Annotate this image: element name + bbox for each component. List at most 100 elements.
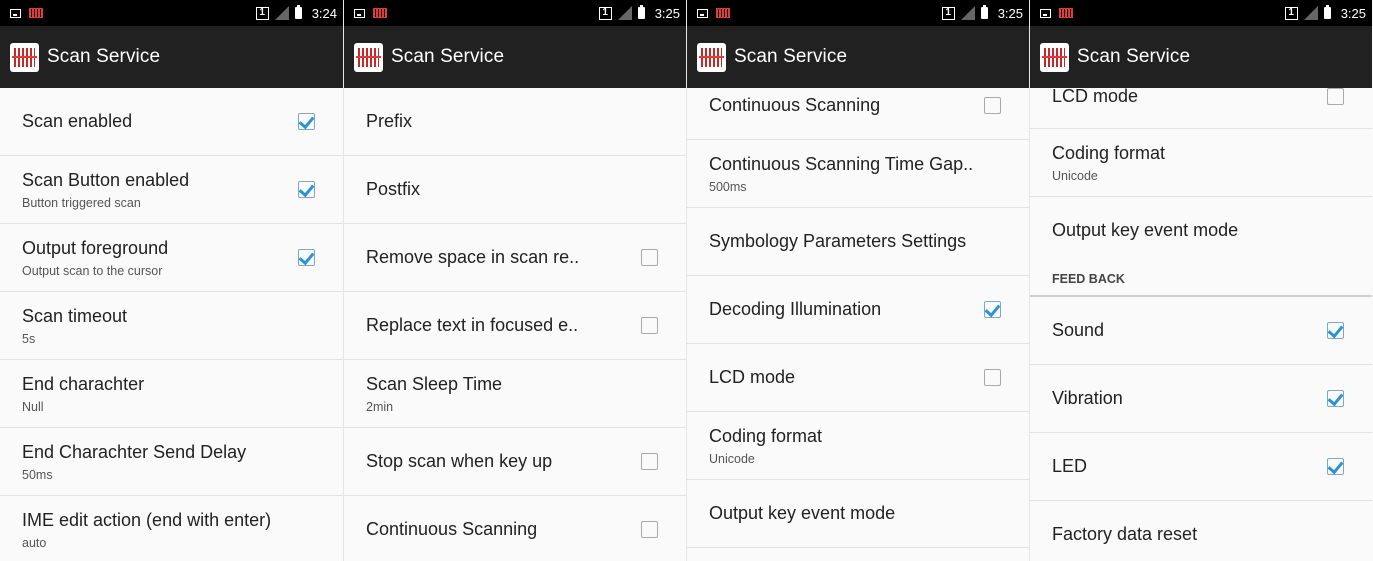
setting-scan-sleep-time[interactable]: Scan Sleep Time 2min (344, 360, 686, 428)
setting-led[interactable]: LED (1030, 433, 1372, 501)
settings-list: Scan enabled Scan Button enabled Button t… (0, 88, 343, 561)
settings-list: LCD mode Coding format Unicode Output key… (1030, 88, 1372, 561)
setting-title: Scan enabled (22, 111, 133, 131)
checkbox[interactable] (641, 521, 658, 538)
panel-1: 1 3:24 Scan Service Scan enabled Scan But… (0, 0, 343, 561)
setting-summary: 500ms (709, 179, 747, 194)
image-notification-icon (10, 8, 21, 18)
barcode-notification-icon (1059, 8, 1073, 18)
checkbox[interactable] (1327, 322, 1344, 339)
setting-summary: Unicode (1052, 168, 1098, 183)
barcode-app-icon (354, 42, 383, 72)
setting-remove-space[interactable]: Remove space in scan re.. (344, 224, 686, 292)
checkbox[interactable] (298, 113, 315, 130)
setting-title: Continuous Scanning (366, 519, 538, 539)
setting-title: Factory data reset (1052, 524, 1198, 544)
setting-scan-timeout[interactable]: Scan timeout 5s (0, 292, 343, 360)
checkbox[interactable] (1327, 458, 1344, 475)
setting-summary: 5s (22, 331, 36, 346)
checkbox[interactable] (641, 453, 658, 470)
setting-summary: auto (22, 535, 47, 550)
setting-title: Output foreground (22, 237, 169, 258)
setting-summary: 2min (366, 399, 394, 414)
barcode-notification-icon (373, 8, 387, 18)
setting-continuous-scanning[interactable]: Continuous Scanning (687, 72, 1029, 140)
barcode-app-icon (1040, 42, 1069, 72)
setting-decoding-illumination[interactable]: Decoding Illumination (687, 276, 1029, 344)
setting-title: Prefix (366, 111, 413, 131)
battery-icon (980, 5, 988, 19)
setting-continuous-scanning[interactable]: Continuous Scanning (344, 496, 686, 561)
setting-title: Stop scan when key up (366, 451, 553, 471)
settings-list: Continuous Scanning Continuous Scanning … (687, 72, 1029, 561)
setting-vibration[interactable]: Vibration (1030, 365, 1372, 433)
signal-icon (617, 6, 632, 20)
image-notification-icon (354, 8, 365, 18)
setting-title: Scan Button enabled (22, 169, 190, 190)
setting-title: Symbology Parameters Settings (709, 231, 967, 251)
setting-title: LED (1052, 456, 1088, 476)
setting-factory-data-reset[interactable]: Factory data reset (1030, 501, 1372, 561)
setting-output-key-event-mode[interactable]: Output key event mode (1030, 197, 1372, 263)
setting-prefix[interactable]: Prefix (344, 88, 686, 156)
status-time: 3:24 (311, 5, 337, 21)
app-title: Scan Service (391, 46, 505, 67)
setting-scan-enabled[interactable]: Scan enabled (0, 88, 343, 156)
setting-coding-format[interactable]: Coding format Unicode (1030, 129, 1372, 197)
setting-coding-format[interactable]: Coding format Unicode (687, 412, 1029, 480)
setting-output-foreground[interactable]: Output foreground Output scan to the curs… (0, 224, 343, 292)
section-header-feedback: FEED BACK (1030, 263, 1372, 297)
setting-sound[interactable]: Sound (1030, 297, 1372, 365)
status-bar: 1 3:25 (344, 0, 686, 26)
checkbox[interactable] (984, 301, 1001, 318)
checkbox[interactable] (984, 97, 1001, 114)
checkbox[interactable] (641, 249, 658, 266)
checkbox[interactable] (641, 317, 658, 334)
setting-summary: Null (22, 399, 44, 414)
setting-summary: Output scan to the cursor (22, 263, 163, 278)
panel-3: 1 3:25 Scan Service Continuous Scanning C… (686, 0, 1029, 561)
signal-icon (960, 6, 975, 20)
barcode-app-icon (697, 42, 726, 72)
setting-ime-edit-action[interactable]: IME edit action (end with enter) auto (0, 496, 343, 561)
setting-title: Coding format (709, 425, 823, 446)
checkbox[interactable] (298, 249, 315, 266)
sim-icon: 1 (941, 6, 955, 20)
battery-icon (637, 5, 645, 19)
sim-icon: 1 (255, 6, 269, 20)
setting-title: Postfix (366, 179, 421, 199)
status-time: 3:25 (997, 5, 1023, 21)
checkbox[interactable] (1327, 88, 1344, 105)
image-notification-icon (697, 8, 708, 18)
setting-title: End charachter (22, 373, 145, 394)
setting-title: Output key event mode (709, 503, 896, 523)
app-title: Scan Service (47, 46, 161, 67)
setting-title: LCD mode (709, 367, 796, 387)
setting-summary: 50ms (22, 467, 53, 482)
setting-title: Vibration (1052, 388, 1123, 408)
setting-stop-scan-key-up[interactable]: Stop scan when key up (344, 428, 686, 496)
setting-title: Continuous Scanning (709, 95, 881, 115)
signal-icon (274, 6, 289, 20)
setting-postfix[interactable]: Postfix (344, 156, 686, 224)
checkbox[interactable] (1327, 390, 1344, 407)
setting-title: Replace text in focused e.. (366, 315, 579, 335)
setting-title: LCD mode (1052, 88, 1139, 106)
setting-title: Scan Sleep Time (366, 373, 503, 394)
setting-scan-button-enabled[interactable]: Scan Button enabled Button triggered scan (0, 156, 343, 224)
barcode-app-icon (10, 42, 39, 72)
image-notification-icon (1040, 8, 1051, 18)
signal-icon (1303, 6, 1318, 20)
setting-lcd-mode[interactable]: LCD mode (1030, 88, 1372, 129)
setting-replace-text[interactable]: Replace text in focused e.. (344, 292, 686, 360)
checkbox[interactable] (298, 181, 315, 198)
setting-end-character[interactable]: End charachter Null (0, 360, 343, 428)
setting-continuous-scanning-time-gap[interactable]: Continuous Scanning Time Gap.. 500ms (687, 140, 1029, 208)
app-title: Scan Service (734, 46, 848, 67)
setting-lcd-mode[interactable]: LCD mode (687, 344, 1029, 412)
setting-symbology-parameters[interactable]: Symbology Parameters Settings (687, 208, 1029, 276)
checkbox[interactable] (984, 369, 1001, 386)
setting-title: IME edit action (end with enter) (22, 509, 272, 530)
setting-end-character-send-delay[interactable]: End Charachter Send Delay 50ms (0, 428, 343, 496)
setting-output-key-event-mode[interactable]: Output key event mode (687, 480, 1029, 548)
